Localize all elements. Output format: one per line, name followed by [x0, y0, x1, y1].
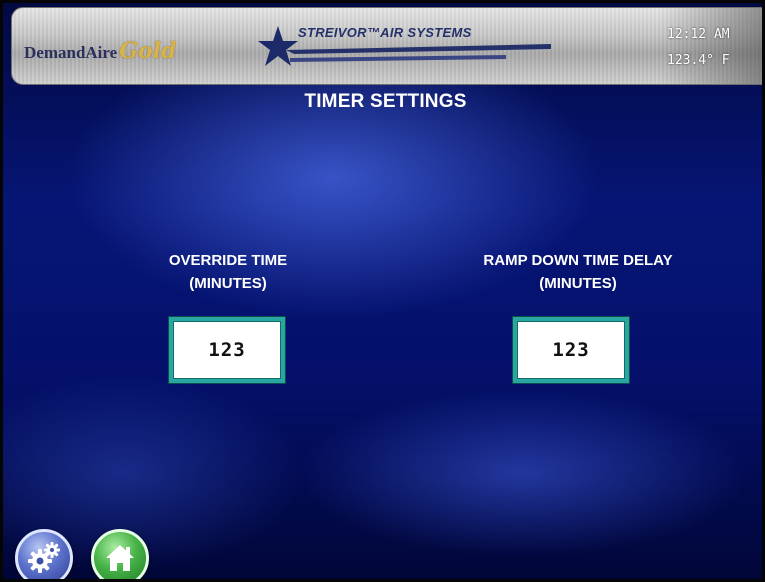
- ramp-label-line1: RAMP DOWN TIME DELAY: [483, 252, 673, 269]
- time-display: 12:12 AM: [667, 27, 730, 42]
- ramp-label-line2: (MINUTES): [539, 275, 617, 292]
- home-button[interactable]: [91, 529, 149, 579]
- brand-logo: DemandAireGold: [24, 38, 176, 64]
- brand-suffix: Gold: [119, 38, 177, 64]
- company-name: STREIVOR™AIR SYSTEMS: [298, 25, 472, 40]
- ramp-down-delay-label: RAMP DOWN TIME DELAY (MINUTES): [423, 249, 733, 295]
- ramp-down-delay-field[interactable]: 123: [513, 317, 629, 383]
- page-title: TIMER SETTINGS: [304, 91, 467, 112]
- header-bar: DemandAireGold STREIVOR™AIR SYSTEMS 12:1…: [11, 7, 762, 85]
- settings-button[interactable]: [15, 529, 73, 579]
- status-readout: 12:12 AM 123.4° F: [667, 22, 762, 74]
- override-label-line1: OVERRIDE TIME: [168, 252, 288, 269]
- home-icon: [106, 545, 134, 571]
- override-time-label: OVERRIDE TIME (MINUTES): [113, 249, 343, 295]
- brand-name: DemandAire: [24, 43, 118, 62]
- override-label-line2: (MINUTES): [189, 275, 267, 292]
- override-time-field[interactable]: 123: [169, 317, 285, 383]
- timer-settings-screen: DemandAireGold STREIVOR™AIR SYSTEMS 12:1…: [0, 0, 765, 582]
- temperature-display: 123.4° F: [667, 53, 730, 68]
- gears-icon: [28, 542, 60, 573]
